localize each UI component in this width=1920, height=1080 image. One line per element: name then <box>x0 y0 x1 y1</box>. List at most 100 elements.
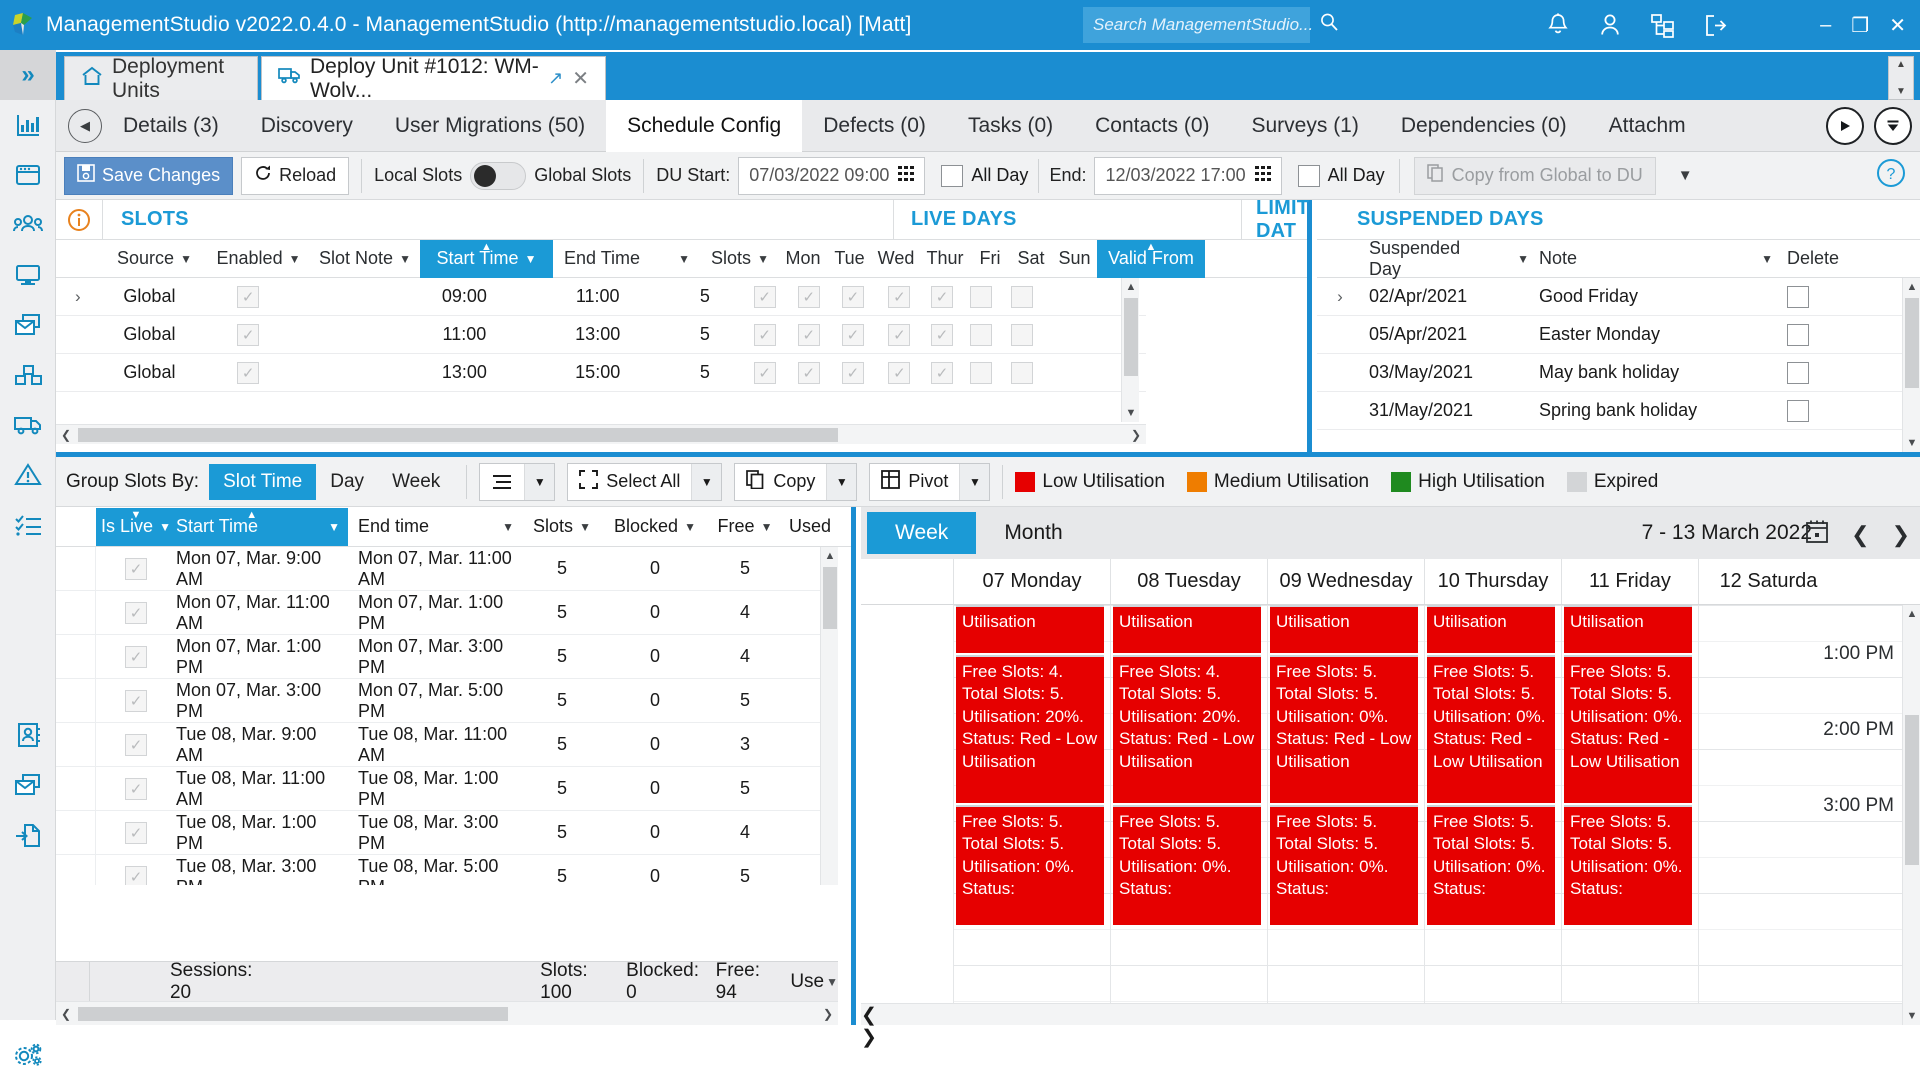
checkbox[interactable]: ✓ <box>237 361 260 384</box>
checkbox[interactable]: ✓ <box>753 323 776 346</box>
calendar-event[interactable]: Free Slots: 4. Total Slots: 5. Utilisati… <box>956 655 1104 803</box>
day-header-3[interactable]: 10 Thursday <box>1424 559 1561 604</box>
chevron-down-circle-icon[interactable] <box>1874 107 1912 145</box>
row-expander-icon[interactable]: › <box>1317 278 1363 316</box>
dashboard-icon[interactable] <box>0 100 56 150</box>
tab-defects[interactable]: Defects (0) <box>802 100 947 152</box>
calendar-view-week[interactable]: Week <box>867 512 977 554</box>
table-row[interactable]: 31/May/2021 Spring bank holiday <box>1317 392 1902 430</box>
checkbox[interactable] <box>1787 361 1809 384</box>
scroll-left-icon-2[interactable]: ❮ <box>56 1002 76 1026</box>
calendar-view-month[interactable]: Month <box>976 512 1090 554</box>
import-icon[interactable] <box>0 810 56 860</box>
day-header-4[interactable]: 11 Friday <box>1561 559 1698 604</box>
tab-details[interactable]: Details (3) <box>102 100 240 152</box>
chevron-down-icon[interactable]: ▼ <box>1896 86 1906 97</box>
calendar-event[interactable]: Free Slots: 5. Total Slots: 5. Utilisati… <box>1270 805 1418 925</box>
col-sess-free[interactable]: Free ▼ <box>708 508 782 546</box>
cell-day-mon[interactable]: ✓ <box>742 354 788 392</box>
group-seg-slot-time[interactable]: Slot Time <box>209 463 317 500</box>
chevron-down-icon-selectall[interactable]: ▼ <box>691 463 722 500</box>
copy-global-to-du-button[interactable]: Copy from Global to DU <box>1413 156 1656 195</box>
cell-day-sun[interactable]: ✓ <box>1001 278 1044 316</box>
checkbox[interactable]: ✓ <box>125 865 147 885</box>
table-row[interactable]: ✓ Tue 08, Mar. 9:00 AM Tue 08, Mar. 11:00 … <box>56 722 838 767</box>
cell-day-mon[interactable]: ✓ <box>742 316 788 354</box>
checkbox[interactable]: ✓ <box>753 285 776 308</box>
cell-is-live[interactable]: ✓ <box>96 591 176 635</box>
calendar-horizontal-scrollbar[interactable]: ❮ ❯ <box>861 1003 1902 1048</box>
expand-menu-button[interactable]: » <box>0 50 56 100</box>
checkbox[interactable]: ✓ <box>888 285 911 308</box>
cell-day-tue[interactable]: ✓ <box>787 316 830 354</box>
cell-is-live[interactable]: ✓ <box>96 547 176 591</box>
ribbon-back-button[interactable]: ◀ <box>68 108 102 143</box>
checkbox[interactable]: ✓ <box>841 285 864 308</box>
group-seg-day[interactable]: Day <box>316 464 378 500</box>
checkbox[interactable]: ✓ <box>125 689 147 712</box>
pivot-button[interactable]: Pivot ▼ <box>869 462 991 501</box>
packages-icon[interactable] <box>0 350 56 400</box>
save-changes-button[interactable]: Save Changes <box>64 156 234 195</box>
info-icon[interactable] <box>56 208 102 232</box>
row-expander-icon[interactable] <box>56 354 100 392</box>
bell-icon[interactable] <box>1545 12 1571 39</box>
cell-day-wed[interactable]: ✓ <box>830 316 876 354</box>
calendar-event[interactable]: Free Slots: 4. Total Slots: 5. Utilisati… <box>1113 655 1261 803</box>
checkbox[interactable]: ✓ <box>237 285 260 308</box>
calendar-event[interactable]: Free Slots: 5. Total Slots: 5. Utilisati… <box>1113 805 1261 925</box>
col-sess-start-time[interactable]: ▲ Start Time ▼ <box>176 507 348 546</box>
checkbox[interactable]: ✓ <box>841 361 864 384</box>
settings-icon[interactable] <box>0 1030 56 1080</box>
col-start-time[interactable]: ▲ Start Time ▼ <box>420 239 553 278</box>
table-row[interactable]: ✓ Mon 07, Mar. 1:00 PM Mon 07, Mar. 3:00 P… <box>56 634 838 679</box>
table-row[interactable]: ✓ Tue 08, Mar. 1:00 PM Tue 08, Mar. 3:00 P… <box>56 810 838 855</box>
cell-delete-checkbox[interactable] <box>1781 316 1891 354</box>
search-box[interactable] <box>1083 7 1338 43</box>
checkbox[interactable]: ✓ <box>969 361 992 384</box>
doc-tab-deployment-units[interactable]: Deployment Units <box>64 55 258 102</box>
cell-day-fri[interactable]: ✓ <box>923 278 961 316</box>
calendar-event[interactable]: Free Slots: 5. Total Slots: 5. Utilisati… <box>1427 655 1555 803</box>
checkbox[interactable]: ✓ <box>931 285 954 308</box>
scroll-thumb-2[interactable] <box>1905 298 1919 388</box>
cell-day-fri[interactable]: ✓ <box>923 354 961 392</box>
cell-is-live[interactable]: ✓ <box>96 679 176 723</box>
help-icon[interactable]: ? <box>1876 158 1906 194</box>
calendar-event[interactable]: Utilisation <box>1113 605 1261 653</box>
cell-enabled-checkbox[interactable]: ✓ <box>199 354 297 392</box>
table-row[interactable]: 03/May/2021 May bank holiday <box>1317 354 1902 392</box>
col-sess-used[interactable]: Used <box>782 508 838 546</box>
row-expander-icon[interactable] <box>1317 392 1363 430</box>
cell-day-sun[interactable]: ✓ <box>1001 316 1044 354</box>
table-row[interactable]: 05/Apr/2021 Easter Monday <box>1317 316 1902 354</box>
end-all-day-group[interactable]: All Day <box>1297 164 1385 187</box>
cell-day-sat[interactable]: ✓ <box>961 354 1001 392</box>
chevron-up-icon[interactable]: ▲ <box>1896 59 1906 70</box>
cell-is-live[interactable]: ✓ <box>96 811 176 855</box>
checkbox[interactable]: ✓ <box>753 361 776 384</box>
calendar-picker-icon[interactable] <box>897 164 916 188</box>
issues-icon[interactable] <box>0 450 56 500</box>
scroll-down-icon-2[interactable]: ▼ <box>1903 434 1920 452</box>
checkbox[interactable]: ✓ <box>841 323 864 346</box>
sessions-vertical-scrollbar[interactable]: ▲ <box>820 547 838 885</box>
checkbox[interactable]: ✓ <box>888 361 911 384</box>
checkbox[interactable]: ✓ <box>1011 285 1034 308</box>
day-header-2[interactable]: 09 Wednesday <box>1267 559 1424 604</box>
day-header-5[interactable]: 12 Saturda <box>1698 559 1838 604</box>
cell-day-tue[interactable]: ✓ <box>787 354 830 392</box>
day-header-0[interactable]: 07 Monday <box>953 559 1110 604</box>
list-options-button[interactable]: ▼ <box>479 462 556 501</box>
cell-day-mon[interactable]: ✓ <box>742 278 788 316</box>
calendar-event[interactable]: Free Slots: 5. Total Slots: 5. Utilisati… <box>1564 655 1692 803</box>
tab-discovery[interactable]: Discovery <box>240 100 374 152</box>
close-button[interactable]: ✕ <box>1889 13 1906 38</box>
checkbox[interactable]: ✓ <box>797 361 820 384</box>
slots-horizontal-scrollbar[interactable]: ❮ ❯ <box>56 424 1146 444</box>
scroll-thumb-3[interactable] <box>823 567 837 629</box>
cell-day-sun[interactable]: ✓ <box>1001 354 1044 392</box>
scroll-down-icon-3[interactable]: ▼ <box>826 975 838 989</box>
tab-schedule-config[interactable]: Schedule Config <box>606 99 803 152</box>
chevron-down-icon-pivot[interactable]: ▼ <box>959 463 990 500</box>
